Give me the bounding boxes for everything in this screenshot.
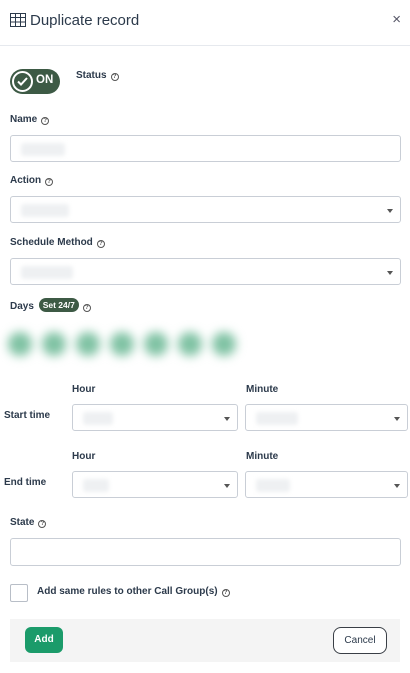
help-icon[interactable]: ?	[38, 520, 47, 528]
chevron-down-icon	[387, 209, 393, 213]
name-label: Name?	[10, 114, 50, 125]
chevron-down-icon	[387, 271, 393, 275]
start-hour-label: Hour	[72, 384, 96, 395]
state-label: State?	[10, 517, 47, 528]
chevron-down-icon	[224, 417, 230, 421]
day-toggle[interactable]	[144, 332, 168, 356]
schedule-method-label: Schedule Method?	[10, 237, 105, 248]
add-button[interactable]: Add	[25, 627, 63, 653]
status-label-text: Status	[76, 70, 107, 81]
start-minute-select[interactable]	[245, 404, 408, 431]
end-minute-value-redacted	[256, 479, 290, 492]
cancel-button[interactable]: Cancel	[333, 627, 387, 654]
help-icon[interactable]: ?	[221, 589, 230, 597]
day-toggle[interactable]	[178, 332, 202, 356]
schedule-method-select[interactable]	[10, 258, 401, 285]
start-minute-label: Minute	[246, 384, 279, 395]
modal-footer: Add Cancel	[10, 619, 400, 662]
start-hour-value-redacted	[83, 412, 113, 425]
schedule-method-label-text: Schedule Method	[10, 237, 93, 248]
chevron-down-icon	[394, 417, 400, 421]
same-rules-label-text: Add same rules to other Call Group(s)	[37, 586, 218, 597]
state-label-text: State	[10, 517, 35, 528]
days-selector[interactable]	[4, 323, 270, 369]
end-minute-select[interactable]	[245, 471, 408, 498]
status-toggle[interactable]: ON	[10, 69, 60, 94]
help-icon[interactable]: ?	[96, 240, 105, 248]
action-select[interactable]	[10, 196, 401, 223]
check-circle-icon	[12, 71, 33, 92]
end-hour-label: Hour	[72, 451, 96, 462]
schedule-method-value-redacted	[21, 266, 73, 279]
set-24-7-button[interactable]: Set 24/7	[38, 298, 79, 312]
end-hour-select[interactable]	[72, 471, 238, 498]
name-value-redacted	[21, 143, 65, 156]
action-value-redacted	[21, 204, 69, 217]
help-icon[interactable]: ?	[82, 304, 91, 312]
help-icon[interactable]: ?	[41, 117, 50, 125]
end-minute-label: Minute	[246, 451, 279, 462]
day-toggle[interactable]	[8, 332, 32, 356]
day-toggle[interactable]	[76, 332, 100, 356]
help-icon[interactable]: ?	[45, 178, 54, 186]
table-icon	[10, 13, 26, 27]
day-toggle[interactable]	[42, 332, 66, 356]
modal-header: Duplicate record ×	[0, 0, 410, 46]
end-hour-value-redacted	[83, 479, 109, 492]
start-minute-value-redacted	[256, 412, 298, 425]
action-label-text: Action	[10, 175, 42, 186]
start-hour-select[interactable]	[72, 404, 238, 431]
end-time-label: End time	[4, 477, 47, 488]
name-input[interactable]	[10, 135, 401, 162]
day-toggle[interactable]	[212, 332, 236, 356]
chevron-down-icon	[394, 484, 400, 488]
same-rules-label: Add same rules to other Call Group(s)?	[37, 586, 230, 597]
modal-title: Duplicate record	[30, 12, 140, 29]
action-label: Action?	[10, 175, 54, 186]
name-label-text: Name	[10, 114, 38, 125]
state-input[interactable]	[10, 538, 401, 566]
help-icon[interactable]: ?	[110, 73, 119, 81]
same-rules-checkbox[interactable]	[10, 584, 28, 602]
toggle-state-label: ON	[36, 74, 54, 86]
days-label-text: Days	[10, 301, 34, 312]
start-time-label: Start time	[4, 410, 51, 421]
status-label: Status?	[76, 70, 119, 81]
days-label: Days Set 24/7?	[10, 298, 91, 312]
close-icon[interactable]: ×	[392, 11, 401, 29]
chevron-down-icon	[224, 484, 230, 488]
day-toggle[interactable]	[110, 332, 134, 356]
